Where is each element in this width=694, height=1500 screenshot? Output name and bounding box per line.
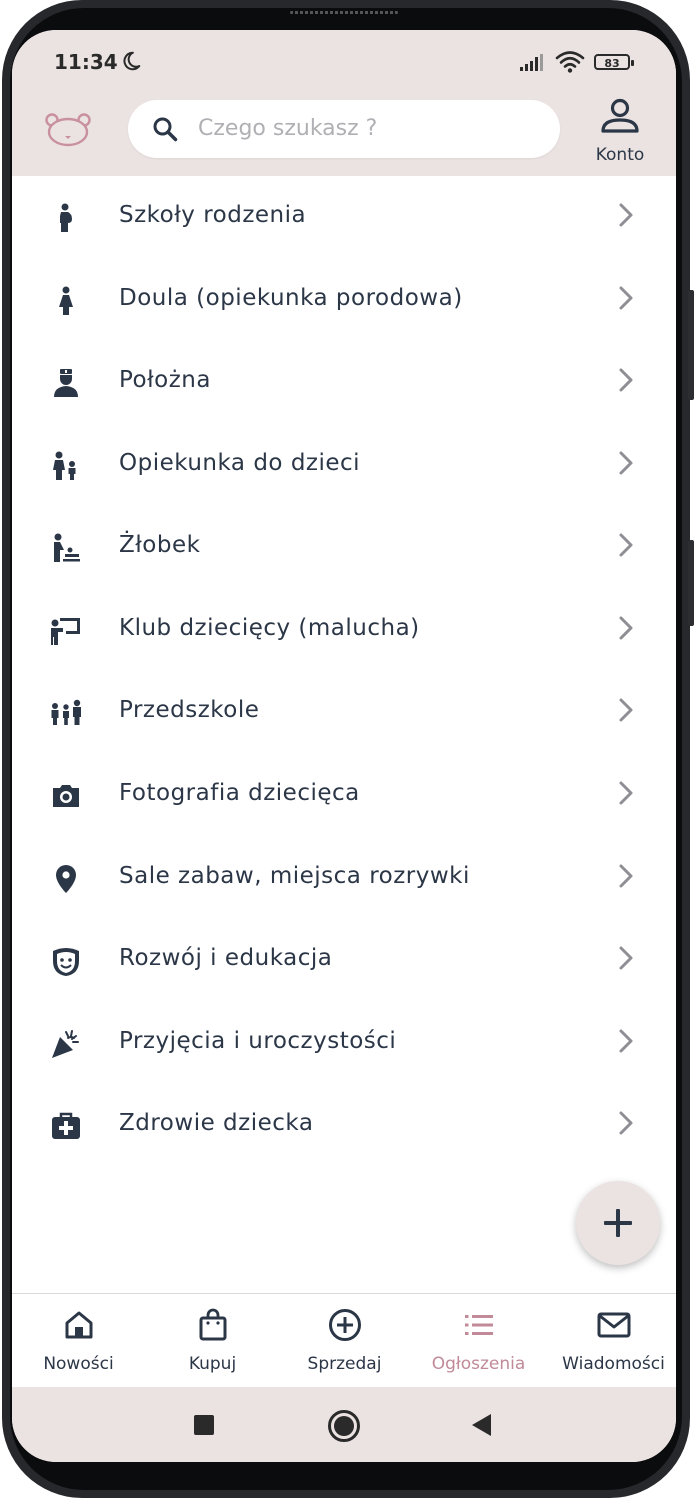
list-icon bbox=[465, 1315, 493, 1335]
category-label: Położna bbox=[119, 367, 211, 393]
account-button[interactable]: Konto bbox=[586, 96, 654, 166]
chevron-right-icon bbox=[619, 946, 633, 970]
category-label: Fotografia dziecięca bbox=[119, 780, 360, 806]
nav-item-sprzedaj[interactable]: Sprzedaj bbox=[278, 1294, 411, 1388]
nav-label: Nowości bbox=[43, 1354, 114, 1374]
category-label: Zdrowie dziecka bbox=[119, 1110, 314, 1136]
category-label: Żłobek bbox=[119, 532, 201, 558]
user-icon bbox=[601, 98, 639, 133]
category-label: Doula (opiekunka porodowa) bbox=[119, 285, 463, 311]
category-item[interactable]: Zdrowie dziecka bbox=[12, 1084, 676, 1166]
map-pin-icon bbox=[56, 865, 76, 893]
theater-masks-icon bbox=[53, 948, 79, 976]
chevron-right-icon bbox=[619, 286, 633, 310]
nav-label-active: Ogłoszenia bbox=[431, 1354, 526, 1374]
chevron-right-icon bbox=[619, 533, 633, 557]
bottom-navigation: Nowości Kupuj Sprzedaj Ogłoszenia Wiadom… bbox=[12, 1293, 676, 1388]
shopping-bag-icon bbox=[199, 1308, 227, 1341]
category-item[interactable]: Położna bbox=[12, 341, 676, 423]
category-label: Szkoły rodzenia bbox=[119, 202, 307, 228]
category-label: Klub dziecięcy (malucha) bbox=[119, 615, 420, 641]
status-time: 11:34 bbox=[54, 50, 118, 74]
category-item[interactable]: Sale zabaw, miejsca rozrywki bbox=[12, 837, 676, 919]
home-icon bbox=[65, 1311, 93, 1339]
woman-icon bbox=[59, 286, 73, 315]
category-label: Sale zabaw, miejsca rozrywki bbox=[119, 863, 470, 889]
power-button bbox=[688, 540, 694, 626]
category-label: Rozwój i edukacja bbox=[119, 945, 333, 971]
search-input[interactable]: Czego szukasz ? bbox=[198, 116, 377, 141]
nav-label: Sprzedaj bbox=[307, 1354, 382, 1374]
signal-strength-icon bbox=[520, 54, 543, 71]
home-circle-icon[interactable] bbox=[327, 1409, 361, 1443]
teddy-bear-icon[interactable] bbox=[44, 112, 92, 148]
chevron-right-icon bbox=[619, 1111, 633, 1135]
search-bar[interactable]: Czego szukasz ? bbox=[128, 100, 560, 158]
plus-icon bbox=[604, 1209, 632, 1237]
category-label: Przedszkole bbox=[119, 697, 260, 723]
category-item[interactable]: Szkoły rodzenia bbox=[12, 176, 676, 258]
account-label: Konto bbox=[595, 145, 645, 165]
plus-circle-icon bbox=[329, 1309, 361, 1341]
family-group-icon bbox=[51, 699, 81, 725]
app-screen: 11:34 83 Czego szukasz ? Konto Szkoły ro… bbox=[12, 30, 676, 1462]
nav-item-kupuj[interactable]: Kupuj bbox=[146, 1294, 279, 1388]
recent-apps-square-icon[interactable] bbox=[193, 1414, 215, 1436]
volume-button bbox=[688, 290, 694, 400]
category-label: Opiekunka do dzieci bbox=[119, 450, 361, 476]
system-navigation-bar bbox=[12, 1387, 676, 1462]
nav-item-wiadomosci[interactable]: Wiadomości bbox=[547, 1294, 676, 1388]
party-popper-icon bbox=[52, 1030, 79, 1058]
status-bar: 11:34 83 bbox=[12, 30, 676, 84]
chevron-right-icon bbox=[619, 1029, 633, 1053]
mail-icon bbox=[597, 1312, 631, 1338]
app-header: Czego szukasz ? Konto bbox=[12, 84, 676, 176]
chevron-right-icon bbox=[619, 451, 633, 475]
chevron-right-icon bbox=[619, 616, 633, 640]
category-item[interactable]: Opiekunka do dzieci bbox=[12, 424, 676, 506]
camera-icon bbox=[53, 785, 79, 807]
nurse-icon bbox=[54, 369, 78, 397]
search-icon bbox=[153, 117, 178, 142]
battery-indicator: 83 bbox=[594, 54, 634, 70]
add-listing-button[interactable] bbox=[576, 1181, 660, 1265]
earpiece-speaker bbox=[290, 11, 398, 14]
chevron-right-icon bbox=[619, 698, 633, 722]
category-item[interactable]: Rozwój i edukacja bbox=[12, 919, 676, 1001]
category-item[interactable]: Fotografia dziecięca bbox=[12, 754, 676, 836]
back-triangle-icon[interactable] bbox=[470, 1413, 494, 1437]
chevron-right-icon bbox=[619, 864, 633, 888]
do-not-disturb-moon-icon bbox=[123, 51, 141, 71]
chevron-right-icon bbox=[619, 368, 633, 392]
category-item[interactable]: Przyjęcia i uroczystości bbox=[12, 1002, 676, 1084]
category-item[interactable]: Żłobek bbox=[12, 506, 676, 588]
baby-changing-icon bbox=[54, 533, 80, 562]
chevron-right-icon bbox=[619, 781, 633, 805]
adult-child-icon bbox=[53, 451, 76, 480]
category-item[interactable]: Przedszkole bbox=[12, 671, 676, 753]
nav-label: Kupuj bbox=[188, 1354, 237, 1374]
category-item[interactable]: Klub dziecięcy (malucha) bbox=[12, 589, 676, 671]
chevron-right-icon bbox=[619, 203, 633, 227]
wifi-icon bbox=[555, 51, 585, 73]
nav-item-ogloszenia[interactable]: Ogłoszenia bbox=[412, 1294, 545, 1388]
pregnant-woman-icon bbox=[60, 203, 72, 232]
category-item[interactable]: Doula (opiekunka porodowa) bbox=[12, 259, 676, 341]
category-label: Przyjęcia i uroczystości bbox=[119, 1028, 397, 1054]
teacher-board-icon bbox=[51, 618, 80, 645]
nav-label: Wiadomości bbox=[562, 1354, 665, 1374]
nav-item-nowosci[interactable]: Nowości bbox=[12, 1294, 145, 1388]
first-aid-kit-icon bbox=[52, 1112, 80, 1139]
